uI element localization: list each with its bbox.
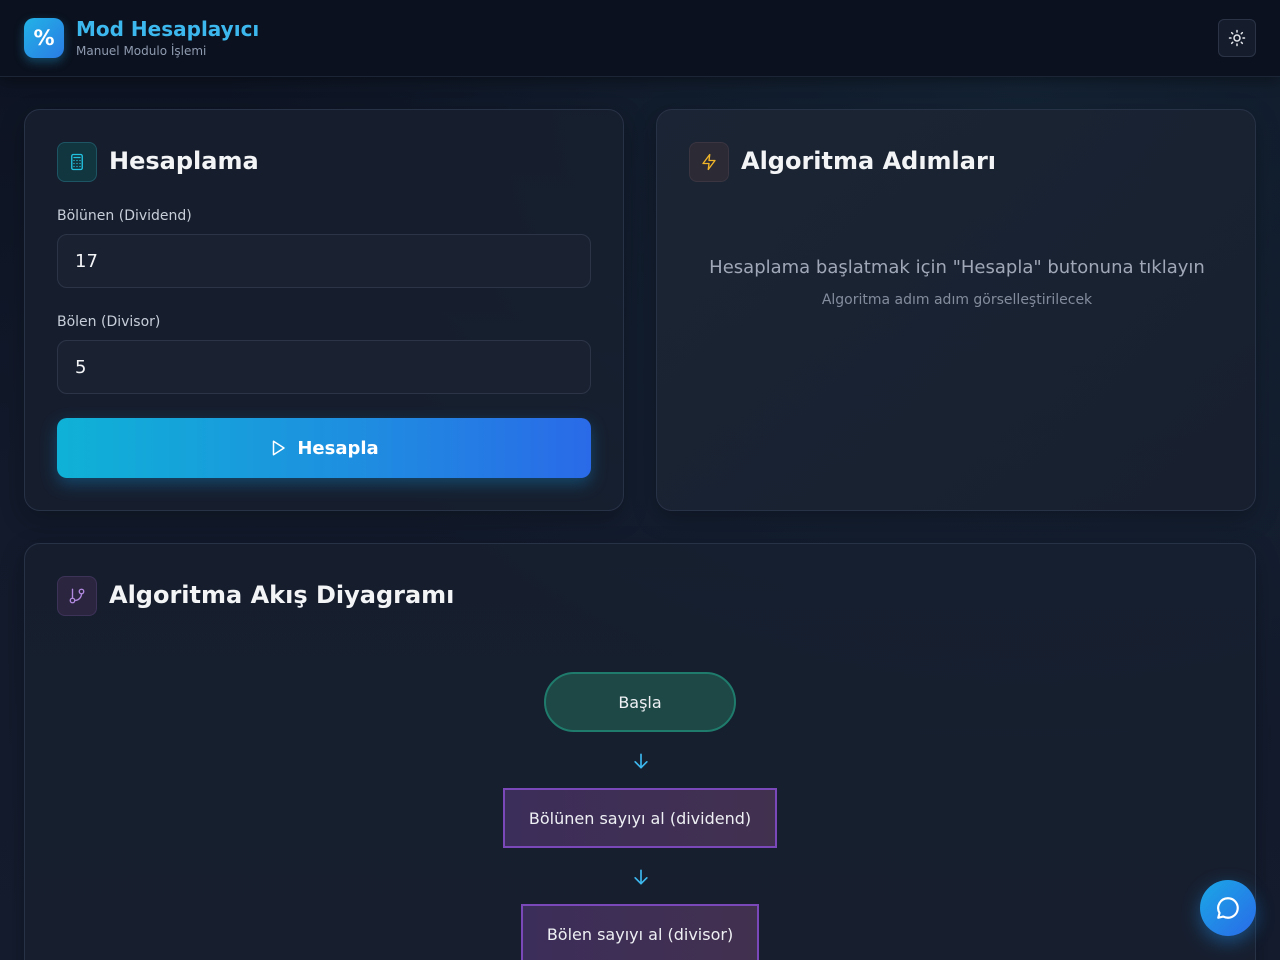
app-title: Mod Hesaplayıcı: [76, 17, 260, 41]
app-logo: %: [24, 18, 64, 58]
flowchart-card: Algoritma Akış Diyagramı Başla Bölünen s…: [24, 543, 1256, 960]
calculation-title: Hesaplama: [109, 147, 259, 175]
app-subtitle: Manuel Modulo İşlemi: [76, 44, 207, 58]
algorithm-steps-card: Algoritma Adımları Hesaplama başlatmak i…: [656, 109, 1256, 511]
sun-icon: [1228, 29, 1246, 47]
flowchart-title: Algoritma Akış Diyagramı: [109, 581, 455, 609]
calculation-card: Hesaplama Bölünen (Dividend) Bölen (Divi…: [24, 109, 624, 511]
arrow-down-icon: [634, 869, 648, 885]
calculator-icon: [71, 153, 83, 171]
flow-node-get-divisor: Bölen sayıyı al (divisor): [521, 904, 759, 960]
calculator-icon-box: [57, 142, 97, 182]
app-header: % Mod Hesaplayıcı Manuel Modulo İşlemi: [0, 0, 1280, 77]
flow-node-get-dividend: Bölünen sayıyı al (dividend): [503, 788, 777, 848]
dividend-label: Bölünen (Dividend): [57, 208, 192, 224]
flow-node-start: Başla: [544, 672, 736, 732]
flow-node-label: Başla: [618, 692, 662, 712]
lightning-icon-box: [689, 142, 729, 182]
git-branch-icon: [69, 588, 85, 604]
dividend-input[interactable]: [57, 234, 591, 288]
steps-empty-message: Hesaplama başlatmak için "Hesapla" buton…: [709, 257, 1205, 278]
git-branch-icon-box: [57, 576, 97, 616]
play-icon: [273, 440, 286, 456]
flow-node-label: Bölen sayıyı al (divisor): [546, 924, 734, 944]
percent-icon: %: [33, 26, 55, 50]
calculate-button[interactable]: Hesapla: [57, 418, 591, 478]
chat-bubble-icon: [1217, 897, 1239, 919]
divisor-input[interactable]: [57, 340, 591, 394]
calculate-button-label: Hesapla: [297, 437, 379, 459]
divisor-label: Bölen (Divisor): [57, 314, 161, 330]
lightning-icon: [702, 153, 716, 171]
flow-node-label: Bölünen sayıyı al (dividend): [528, 808, 752, 828]
chat-button[interactable]: [1200, 880, 1256, 936]
arrow-down-icon: [634, 753, 648, 769]
algorithm-steps-title: Algoritma Adımları: [741, 147, 997, 175]
steps-empty-subtext: Algoritma adım adım görselleştirilecek: [821, 292, 1093, 308]
theme-toggle-button[interactable]: [1218, 19, 1256, 57]
